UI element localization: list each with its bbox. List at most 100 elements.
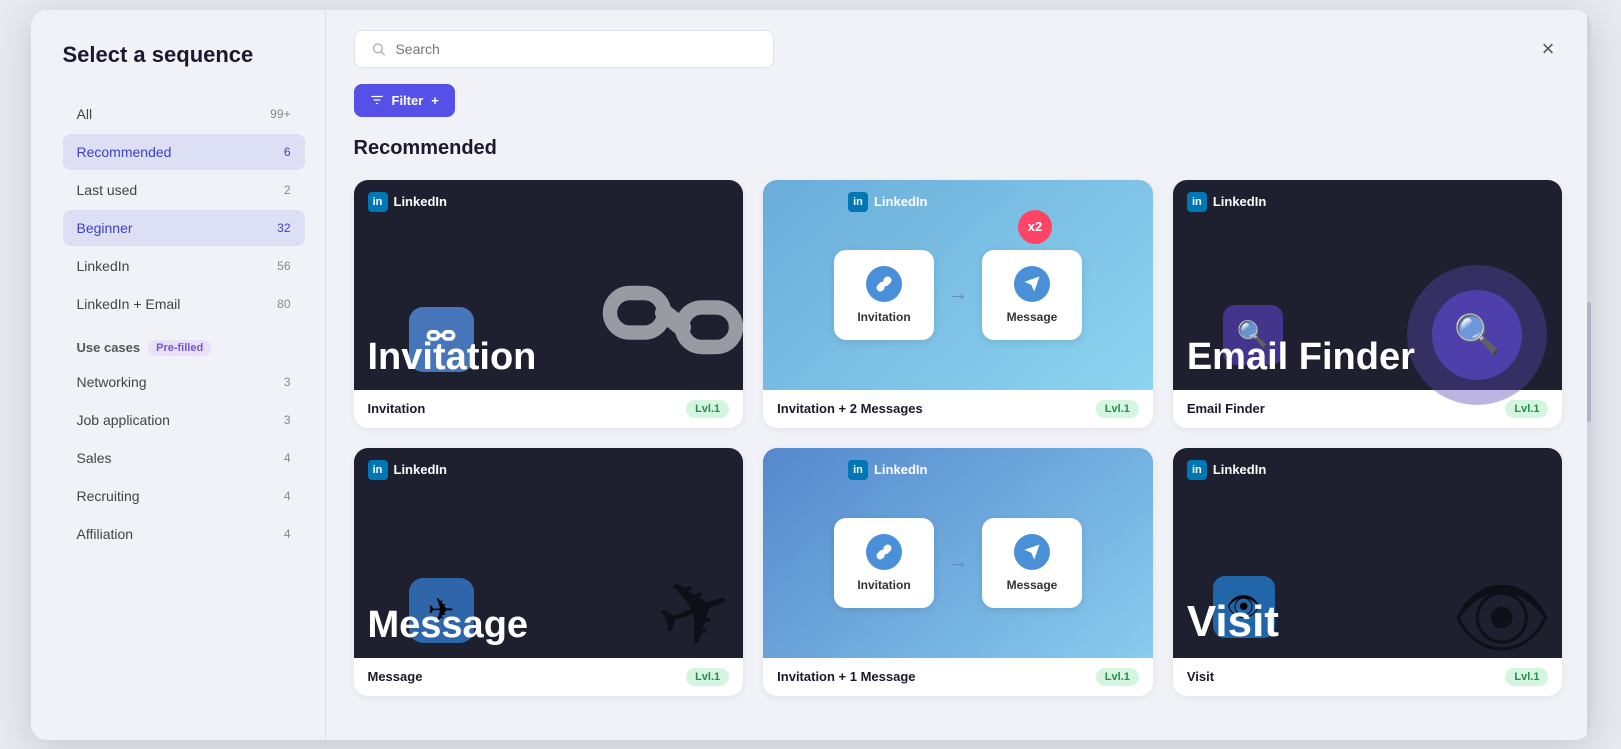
main-content: × Filter + Recommended in LinkedIn Inv — [326, 10, 1591, 740]
linkedin-logo-6: in — [1187, 460, 1207, 480]
card-visit-title: Visit — [1187, 669, 1214, 684]
linkedin-label-4: LinkedIn — [394, 462, 447, 477]
card-inv1msg-level: Lvl.1 — [1096, 668, 1139, 686]
select-sequence-modal: Select a sequence All 99+ Recommended 6 … — [31, 10, 1591, 740]
arrow-icon: → — [948, 283, 968, 306]
card-grid: in LinkedIn Invitation — [354, 180, 1563, 696]
invitation-big-title: Invitation — [368, 338, 537, 376]
sidebar-item-sales[interactable]: Sales 4 — [63, 440, 305, 476]
sidebar-item-last-used-label: Last used — [77, 182, 138, 198]
sidebar-item-job-application-count: 3 — [284, 413, 291, 427]
sidebar-item-networking[interactable]: Networking 3 — [63, 364, 305, 400]
linkedin-label-6: LinkedIn — [1213, 462, 1266, 477]
visit-card-content: in LinkedIn Visit 👁 👁 — [1173, 448, 1563, 658]
sidebar: Select a sequence All 99+ Recommended 6 … — [31, 10, 326, 740]
message-card-content: in LinkedIn Message ✈ ✈ — [354, 448, 744, 658]
linkedin-header-email: in LinkedIn — [1187, 192, 1266, 212]
use-cases-section: Use cases Pre-filled — [63, 324, 305, 364]
card-invitation-1-message[interactable]: in LinkedIn Invitation → — [763, 448, 1153, 696]
linkedin-logo-4: in — [368, 460, 388, 480]
use-cases-label: Use cases — [77, 340, 141, 355]
sidebar-item-recommended-count: 6 — [284, 145, 291, 159]
card-visit-level: Lvl.1 — [1505, 668, 1548, 686]
sidebar-item-linkedin-label: LinkedIn — [77, 258, 130, 274]
sidebar-item-affiliation-count: 4 — [284, 527, 291, 541]
sidebar-item-recommended[interactable]: Recommended 6 — [63, 134, 305, 170]
card-message[interactable]: in LinkedIn Message ✈ ✈ Message Lvl.1 — [354, 448, 744, 696]
card-inv2msg-title: Invitation + 2 Messages — [777, 401, 923, 416]
x2-badge: x2 — [1018, 210, 1052, 244]
sidebar-item-beginner-count: 32 — [277, 221, 290, 235]
section-heading: Recommended — [354, 137, 1563, 160]
pre-filled-badge: Pre-filled — [148, 340, 211, 356]
card-invitation-2-messages[interactable]: in LinkedIn x2 Invitation → — [763, 180, 1153, 428]
card-email-finder-title: Email Finder — [1187, 401, 1265, 416]
linkedin-header-invitation: in LinkedIn — [368, 192, 447, 212]
sidebar-item-beginner-label: Beginner — [77, 220, 133, 236]
email-finder-card-content: in LinkedIn Email Finder 🔍 🔍 — [1173, 180, 1563, 390]
sidebar-item-linkedin-count: 56 — [277, 259, 290, 273]
linkedin-label-5: LinkedIn — [874, 462, 927, 477]
paper-plane-large: ✈ — [645, 557, 744, 667]
card-message-title: Message — [368, 669, 423, 684]
card-email-finder-image: in LinkedIn Email Finder 🔍 🔍 — [1173, 180, 1563, 390]
message-step-icon-2 — [1014, 534, 1050, 570]
search-circle-inner: 🔍 — [1432, 290, 1522, 380]
card-invitation-image: in LinkedIn Invitation — [354, 180, 744, 390]
filter-plus-icon: + — [431, 93, 439, 108]
card-message-image: in LinkedIn Message ✈ ✈ — [354, 448, 744, 658]
search-circle-outer: 🔍 — [1407, 265, 1547, 405]
card-inv1msg-title: Invitation + 1 Message — [777, 669, 915, 684]
card-visit[interactable]: in LinkedIn Visit 👁 👁 Visit Lvl.1 — [1173, 448, 1563, 696]
chain-icon-decoration — [583, 230, 743, 410]
message-big-title: Message — [368, 606, 529, 644]
header-row: × — [354, 30, 1563, 68]
arrow-icon-2: → — [948, 551, 968, 574]
linkedin-header-visit: in LinkedIn — [1187, 460, 1266, 480]
sidebar-item-sales-count: 4 — [284, 451, 291, 465]
step-invitation-label-2: Invitation — [857, 578, 910, 592]
visit-big-title: Visit — [1187, 600, 1279, 644]
sidebar-item-beginner[interactable]: Beginner 32 — [63, 210, 305, 246]
search-bar[interactable] — [354, 30, 774, 68]
invitation-card-content: in LinkedIn Invitation — [354, 180, 744, 390]
sidebar-item-job-application[interactable]: Job application 3 — [63, 402, 305, 438]
sidebar-item-linkedin-email-count: 80 — [277, 297, 290, 311]
step-boxes-2: Invitation → Message — [834, 518, 1082, 608]
modal-title: Select a sequence — [63, 42, 305, 68]
card-email-finder[interactable]: in LinkedIn Email Finder 🔍 🔍 Email Finde… — [1173, 180, 1563, 428]
linkedin-label-3: LinkedIn — [1213, 194, 1266, 209]
sidebar-item-linkedin-email[interactable]: LinkedIn + Email 80 — [63, 286, 305, 322]
card-invitation-2-messages-image: in LinkedIn x2 Invitation → — [763, 180, 1153, 390]
message-step-icon — [1014, 266, 1050, 302]
sidebar-item-last-used-count: 2 — [284, 183, 291, 197]
card-invitation[interactable]: in LinkedIn Invitation — [354, 180, 744, 428]
step-boxes: Invitation → Message — [834, 250, 1082, 340]
sidebar-item-recruiting[interactable]: Recruiting 4 — [63, 478, 305, 514]
step-box-message: Message — [982, 250, 1082, 340]
inv1msg-card-content: in LinkedIn Invitation → — [834, 448, 1082, 658]
invitation-step-icon-2 — [866, 534, 902, 570]
sidebar-item-sales-label: Sales — [77, 450, 112, 466]
step-box-invitation: Invitation — [834, 250, 934, 340]
step-message-label: Message — [1007, 310, 1058, 324]
step-box-invitation-2: Invitation — [834, 518, 934, 608]
close-button[interactable]: × — [1534, 30, 1563, 68]
sidebar-item-recruiting-count: 4 — [284, 489, 291, 503]
linkedin-header-inv1msg: in LinkedIn — [848, 460, 927, 480]
card-visit-image: in LinkedIn Visit 👁 👁 — [1173, 448, 1563, 658]
sidebar-item-affiliation[interactable]: Affiliation 4 — [63, 516, 305, 552]
card-inv1msg-footer: Invitation + 1 Message Lvl.1 — [763, 658, 1153, 696]
filter-icon — [370, 93, 384, 107]
card-invitation-title: Invitation — [368, 401, 426, 416]
filter-button[interactable]: Filter + — [354, 84, 455, 117]
sidebar-item-last-used[interactable]: Last used 2 — [63, 172, 305, 208]
step-invitation-label: Invitation — [857, 310, 910, 324]
email-finder-big-title: Email Finder — [1187, 338, 1415, 376]
sidebar-item-linkedin[interactable]: LinkedIn 56 — [63, 248, 305, 284]
search-input[interactable] — [395, 41, 756, 57]
card-invitation-1-message-image: in LinkedIn Invitation → — [763, 448, 1153, 658]
card-message-level: Lvl.1 — [686, 668, 729, 686]
sidebar-item-all[interactable]: All 99+ — [63, 96, 305, 132]
linkedin-logo-3: in — [1187, 192, 1207, 212]
